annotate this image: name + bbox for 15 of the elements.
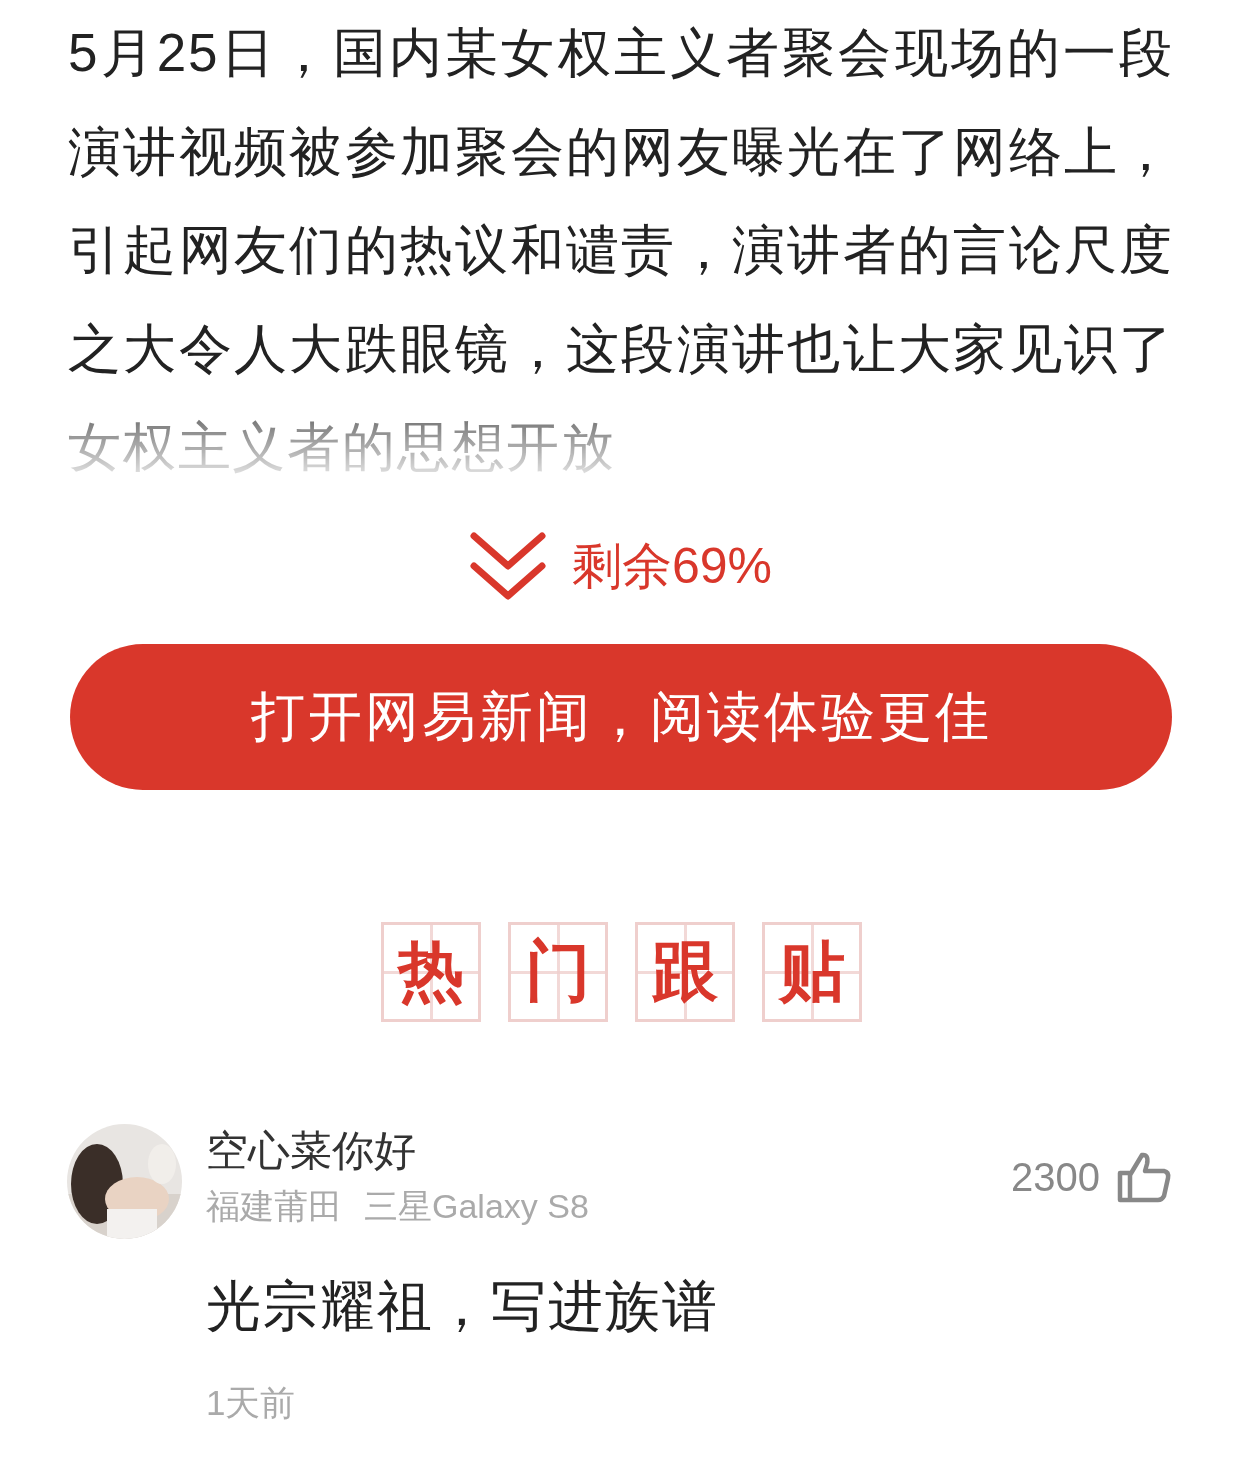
- heading-character: 热: [380, 922, 481, 1022]
- thumbs-up-icon[interactable]: [1116, 1151, 1172, 1203]
- heading-character: 跟: [634, 922, 735, 1022]
- user-device: 三星Galaxy S8: [364, 1186, 589, 1227]
- heading-character: 贴: [761, 922, 862, 1022]
- user-name[interactable]: 空心菜你好: [206, 1124, 1011, 1178]
- open-app-button[interactable]: 打开网易新闻，阅读体验更佳: [70, 644, 1172, 790]
- article-text: 5月25日，国内某女权主义者聚会现场的一段演讲视频被参加聚会的网友曝光在了网络上，引起网友们的热议和谴责，演讲者的言论尺度之大令人大跌眼镜，这段演讲也让大家见识了女权主义者的思想开放: [68, 22, 1174, 478]
- comment-text: 光宗耀祖，写进族谱: [206, 1274, 720, 1339]
- heading-character: 门: [507, 922, 608, 1022]
- chevron-down-icon[interactable]: [469, 530, 546, 602]
- remaining-percent[interactable]: 剩余69%: [571, 532, 773, 600]
- user-location: 福建莆田: [206, 1186, 342, 1227]
- like-count: 2300: [1011, 1154, 1100, 1200]
- comment-time: 1天前: [206, 1382, 297, 1424]
